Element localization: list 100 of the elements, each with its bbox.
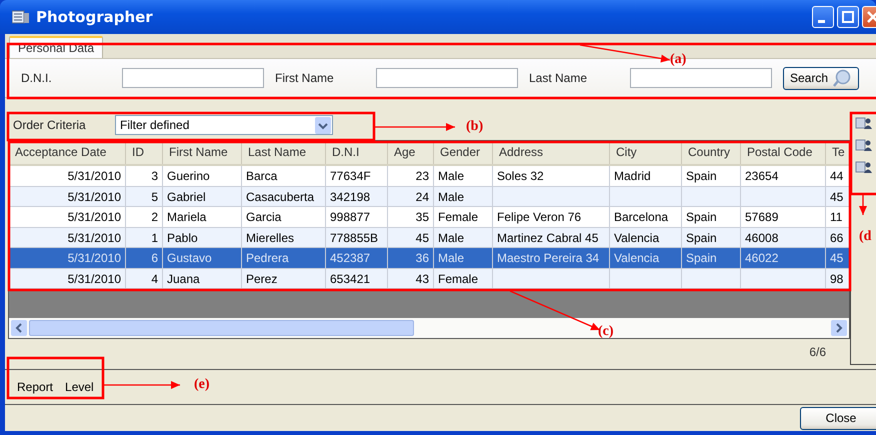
- table-cell: 23654: [745, 169, 778, 183]
- table-cell: Spain: [686, 230, 717, 244]
- table-cell: 77634F: [330, 169, 371, 183]
- table-cell: Perez: [246, 272, 278, 286]
- table-cell: 24: [416, 190, 429, 204]
- table-cell: 5/31/2010: [68, 210, 121, 224]
- column-header[interactable]: Address: [493, 141, 610, 164]
- table-cell: 5/31/2010: [68, 272, 121, 286]
- table-cell: 653421: [330, 272, 370, 286]
- table-cell: 998877: [330, 210, 370, 224]
- table-cell: 342198: [330, 190, 370, 204]
- table-cell: Juana: [167, 272, 200, 286]
- search-icon: [832, 69, 852, 87]
- table-cell: 5/31/2010: [68, 251, 121, 265]
- table-cell: Female: [438, 210, 478, 224]
- table-cell: 45: [416, 230, 429, 244]
- window-title: Photographer: [36, 8, 153, 26]
- column-header[interactable]: D.N.I: [326, 141, 388, 164]
- table-cell: Mierelles: [246, 230, 294, 244]
- table-row[interactable]: 5/31/2010 2 Mariela Garcia 998877 35 Female Felipe Veron 76 Barcelona Spain 57689 11: [9, 207, 849, 228]
- annotation-label: (a): [670, 52, 686, 68]
- report-level-label: Report: [17, 380, 54, 394]
- column-header[interactable]: Country: [682, 141, 741, 164]
- table-cell: 2: [151, 210, 158, 224]
- table-cell: 66: [830, 230, 844, 244]
- table-cell: Maestro Pereira 34: [497, 251, 600, 265]
- table-cell: 45: [830, 251, 844, 265]
- field-label: First Name: [275, 71, 335, 85]
- table-cell: Spain: [686, 169, 717, 183]
- input-field[interactable]: [376, 68, 518, 88]
- table-cell: Martinez Cabral 45: [497, 230, 598, 244]
- person-search-icon[interactable]: [854, 137, 872, 153]
- table-cell: Barcelona: [614, 210, 668, 224]
- column-header[interactable]: Acceptance Date: [9, 141, 126, 164]
- table-cell: Soles 32: [497, 169, 544, 183]
- annotation-label: (b): [466, 119, 484, 135]
- column-header[interactable]: Age: [388, 141, 434, 164]
- maximize-button[interactable]: [837, 6, 859, 28]
- table-cell: Gustavo: [167, 251, 212, 265]
- column-header[interactable]: ID: [126, 141, 163, 164]
- table-cell: 778855B: [330, 230, 378, 244]
- table-cell: Male: [438, 169, 464, 183]
- column-header[interactable]: Postal Code: [741, 141, 826, 164]
- scroll-thumb[interactable]: [29, 320, 414, 336]
- annotation-label: (d: [859, 229, 872, 245]
- table-cell: Madrid: [614, 169, 651, 183]
- table-cell: 11: [830, 210, 842, 224]
- record-count: 6/6: [809, 345, 826, 359]
- search-button[interactable]: Search: [783, 66, 860, 90]
- table-cell: Male: [438, 251, 464, 265]
- table-cell: 43: [416, 272, 429, 286]
- table-cell: 452387: [330, 251, 370, 265]
- table-cell: 4: [151, 272, 158, 286]
- table-cell: Gabriel: [167, 190, 206, 204]
- column-header[interactable]: Gender: [434, 141, 493, 164]
- scroll-left-icon: [11, 320, 27, 336]
- table-cell: Spain: [686, 251, 717, 265]
- window-icon: [12, 10, 30, 24]
- table-cell: Pedrera: [246, 251, 289, 265]
- close-icon: [867, 11, 876, 23]
- table-cell: Casacuberta: [246, 190, 314, 204]
- column-header[interactable]: First Name: [163, 141, 242, 164]
- table-cell: 98: [830, 272, 844, 286]
- minimize-icon: [818, 20, 824, 22]
- table-cell: 36: [416, 251, 429, 265]
- table-row[interactable]: 5/31/2010 3 Guerino Barca 77634F 23 Male Soles 32 Madrid Spain 23654 44: [9, 166, 849, 186]
- person-search-icon[interactable]: [854, 159, 872, 175]
- table-cell: 46022: [745, 251, 778, 265]
- table-cell: 5: [151, 190, 158, 204]
- column-header[interactable]: Last Name: [242, 141, 326, 164]
- person-search-icon[interactable]: [854, 115, 872, 131]
- table-cell: 57689: [745, 210, 778, 224]
- table-cell: Pablo: [167, 230, 198, 244]
- table-cell: Valencia: [614, 230, 660, 244]
- horizontal-scrollbar[interactable]: [9, 318, 849, 338]
- input-field[interactable]: [630, 68, 772, 88]
- table-cell: Barca: [246, 169, 278, 183]
- table-cell: Felipe Veron 76: [497, 210, 582, 224]
- annotation-label: (e): [194, 377, 210, 393]
- table-cell: 1: [151, 230, 158, 244]
- table-cell: 5/31/2010: [68, 230, 121, 244]
- close-dialog-button[interactable]: Close: [800, 406, 876, 430]
- input-field[interactable]: [122, 68, 264, 88]
- table-cell: 35: [416, 210, 429, 224]
- table-cell: 44: [830, 169, 844, 183]
- report-level-label: Level: [65, 380, 94, 394]
- table-cell: Valencia: [614, 251, 660, 265]
- order-criteria-dropdown[interactable]: Filter defined: [115, 115, 333, 135]
- annotation-label: (c): [598, 324, 614, 340]
- table-row[interactable]: 5/31/2010 1 Pablo Mierelles 778855B 45 Male Martinez Cabral 45 Valencia Spain 46008 66: [9, 228, 849, 248]
- table-row[interactable]: 5/31/2010 4 Juana Perez 653421 43 Female 98: [9, 268, 849, 289]
- table-cell: 5/31/2010: [68, 190, 121, 204]
- table-cell: Female: [438, 272, 478, 286]
- table-cell: 5/31/2010: [68, 169, 121, 183]
- table-row[interactable]: 5/31/2010 5 Gabriel Casacuberta 342198 24 Male 45: [9, 186, 849, 207]
- table-row[interactable]: 5/31/2010 6 Gustavo Pedrera 452387 36 Male Maestro Pereira 34 Valencia Spain 46022 45: [9, 248, 849, 268]
- column-header[interactable]: City: [610, 141, 682, 164]
- minimize-button[interactable]: [812, 6, 834, 28]
- table-cell: 6: [151, 251, 158, 265]
- table-cell: 23: [416, 169, 429, 183]
